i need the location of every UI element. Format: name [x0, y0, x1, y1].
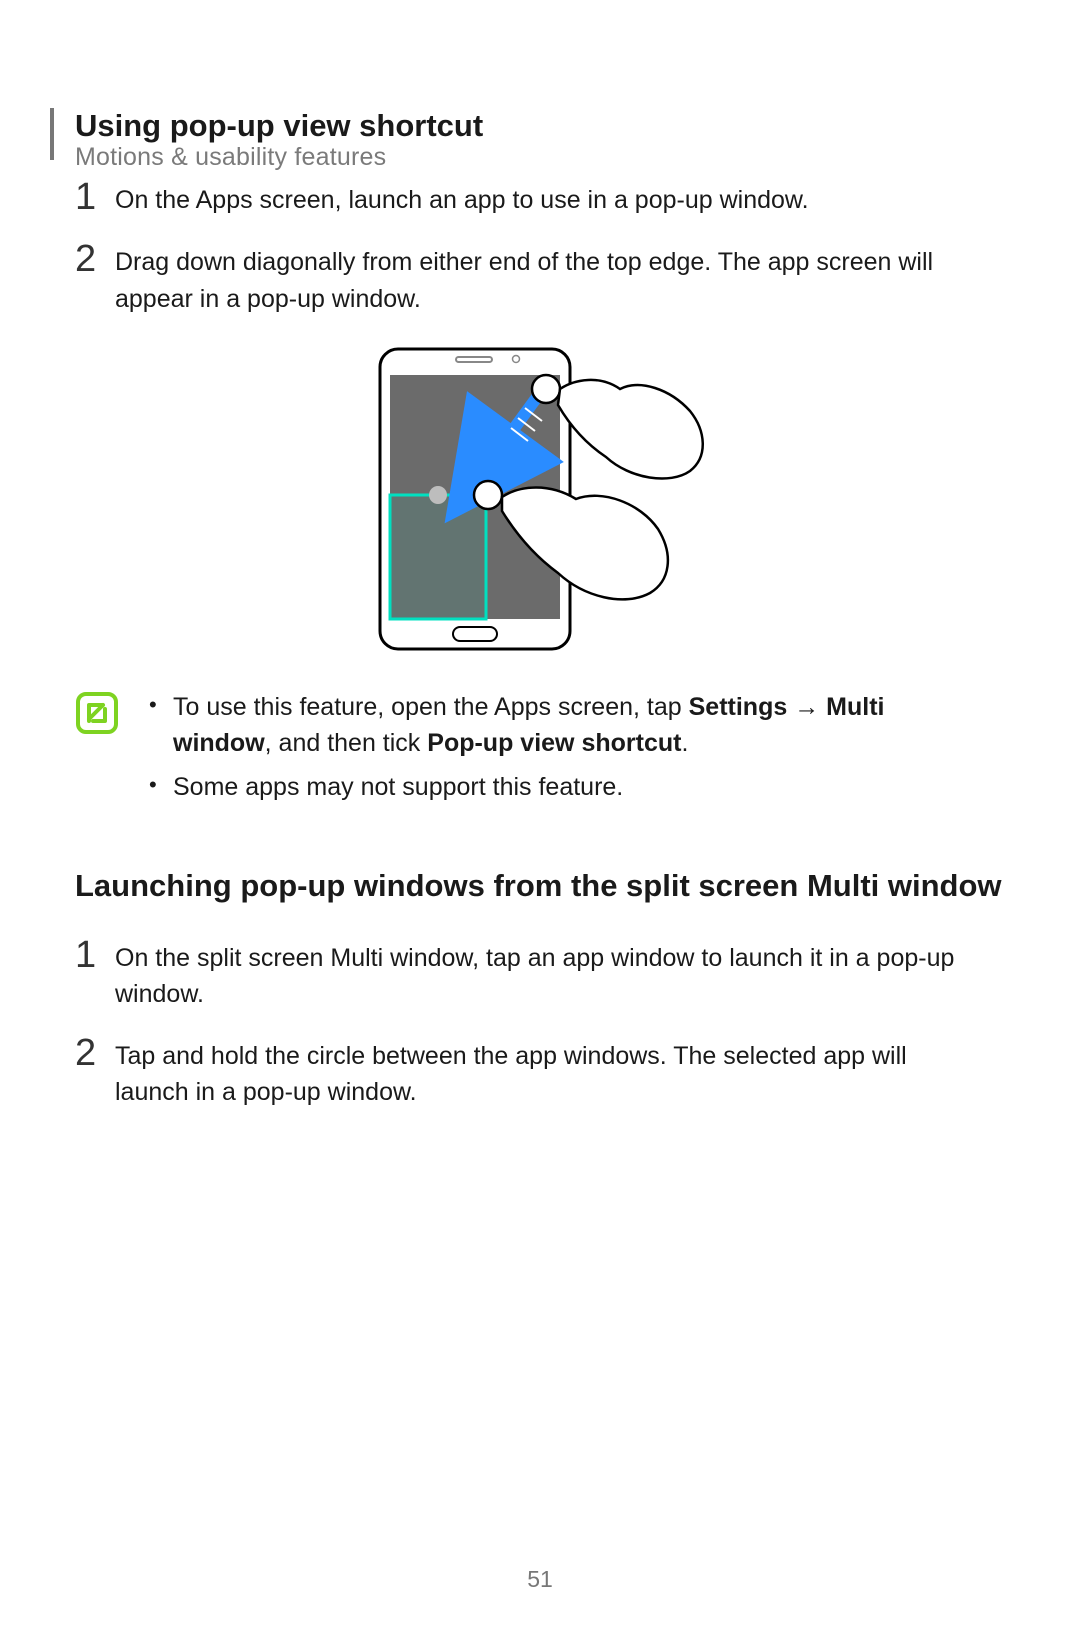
- step-number: 1: [75, 936, 111, 974]
- note-list: To use this feature, open the Apps scree…: [149, 689, 989, 814]
- section-title-popup-shortcut: Using pop-up view shortcut: [75, 108, 1005, 144]
- step-1: 1 On the split screen Multi window, tap …: [75, 940, 1005, 1013]
- phone-and-hands-svg: [370, 345, 710, 655]
- header-vertical-rule: [50, 108, 54, 160]
- note-text: .: [681, 729, 688, 757]
- step-2: 2 Drag down diagonally from either end o…: [75, 244, 1005, 317]
- bold-settings: Settings: [689, 693, 788, 721]
- note-icon: [75, 691, 119, 735]
- breadcrumb: Motions & usability features: [75, 143, 386, 172]
- step-text: On the Apps screen, launch an app to use…: [115, 182, 809, 218]
- step-1: 1 On the Apps screen, launch an app to u…: [75, 182, 1005, 218]
- step-text: On the split screen Multi window, tap an…: [115, 940, 975, 1013]
- note-text: , and then tick: [265, 729, 428, 757]
- figure-container: [75, 345, 1005, 655]
- note-bullet-1: To use this feature, open the Apps scree…: [149, 689, 989, 762]
- note-bullet-2: Some apps may not support this feature.: [149, 769, 989, 805]
- step-text: Drag down diagonally from either end of …: [115, 244, 975, 317]
- bold-popup-shortcut: Pop-up view shortcut: [427, 729, 681, 757]
- step-2: 2 Tap and hold the circle between the ap…: [75, 1038, 1005, 1111]
- section-title-launching-popup: Launching pop-up windows from the split …: [75, 868, 1005, 904]
- page-number: 51: [0, 1566, 1080, 1593]
- note-text: To use this feature, open the Apps scree…: [173, 693, 689, 721]
- drag-gesture-illustration: [370, 345, 710, 655]
- step-number: 1: [75, 178, 111, 216]
- arrow-text: →: [787, 693, 826, 721]
- step-number: 2: [75, 240, 111, 278]
- step-text: Tap and hold the circle between the app …: [115, 1038, 975, 1111]
- note-block: To use this feature, open the Apps scree…: [75, 689, 1005, 814]
- step-number: 2: [75, 1034, 111, 1072]
